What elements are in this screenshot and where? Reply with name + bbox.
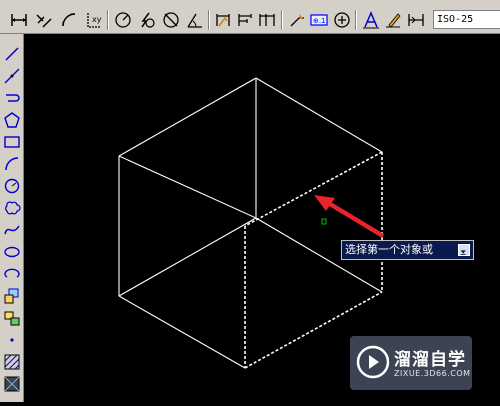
dimension-update-icon[interactable] xyxy=(405,9,427,31)
construction-line-icon[interactable] xyxy=(2,66,22,86)
watermark-url: ZIXUE.3D66.COM xyxy=(394,369,471,378)
revision-cloud-icon[interactable] xyxy=(2,198,22,218)
polygon-icon[interactable] xyxy=(2,110,22,130)
dimension-toolbar: xy ⊕.1 ISO-25 xyxy=(0,6,500,34)
gradient-icon[interactable] xyxy=(2,374,22,394)
diameter-icon[interactable] xyxy=(160,9,182,31)
point-icon[interactable] xyxy=(2,330,22,350)
cube-edge[interactable] xyxy=(118,217,257,297)
ellipse-arc-icon[interactable] xyxy=(2,264,22,284)
dimension-text-edit-icon[interactable] xyxy=(382,9,404,31)
spline-icon[interactable] xyxy=(2,220,22,240)
circle-icon[interactable] xyxy=(2,176,22,196)
arc-icon[interactable] xyxy=(2,154,22,174)
quick-leader-icon[interactable] xyxy=(286,9,308,31)
selected-edge[interactable] xyxy=(244,151,383,227)
insert-block-icon[interactable] xyxy=(2,286,22,306)
toolbar-separator xyxy=(355,10,357,30)
continue-icon[interactable] xyxy=(256,9,278,31)
toolbar-separator xyxy=(107,10,109,30)
play-logo-icon xyxy=(356,345,390,379)
jogged-icon[interactable] xyxy=(136,9,158,31)
command-prompt-tooltip: 选择第一个对象或 xyxy=(341,240,474,260)
rectangle-icon[interactable] xyxy=(2,132,22,152)
ellipse-icon[interactable] xyxy=(2,242,22,262)
cursor-pickbox xyxy=(321,218,327,225)
toolbar-separator xyxy=(208,10,210,30)
cube-edge[interactable] xyxy=(118,77,257,157)
dimension-style-select[interactable]: ISO-25 xyxy=(433,10,500,29)
draw-toolbar xyxy=(0,34,24,402)
make-block-icon[interactable] xyxy=(2,308,22,328)
toolbar-separator xyxy=(281,10,283,30)
angular-icon[interactable] xyxy=(184,9,206,31)
radius-icon[interactable] xyxy=(112,9,134,31)
watermark-title: 溜溜自学 xyxy=(394,350,466,370)
aligned-dimension-icon[interactable] xyxy=(33,9,55,31)
baseline-icon[interactable] xyxy=(234,9,256,31)
tolerance-icon[interactable]: ⊕.1 xyxy=(308,9,330,31)
line-icon[interactable] xyxy=(2,44,22,64)
cube-edge[interactable] xyxy=(255,77,383,153)
polyline-icon[interactable] xyxy=(2,88,22,108)
svg-text:xy: xy xyxy=(92,15,102,24)
arc-length-icon[interactable] xyxy=(58,9,80,31)
center-mark-icon[interactable] xyxy=(331,9,353,31)
cube-edge[interactable] xyxy=(118,155,257,219)
quick-dimension-icon[interactable] xyxy=(212,9,234,31)
svg-text:⊕.1: ⊕.1 xyxy=(313,17,326,25)
cube-edge[interactable] xyxy=(118,295,246,369)
dimension-edit-icon[interactable] xyxy=(360,9,382,31)
red-arrow-icon xyxy=(314,195,385,238)
watermark: 溜溜自学 ZIXUE.3D66.COM xyxy=(350,336,472,390)
hatch-icon[interactable] xyxy=(2,352,22,372)
down-arrow-icon[interactable] xyxy=(458,244,470,256)
linear-dimension-icon[interactable] xyxy=(8,9,30,31)
ordinate-icon[interactable]: xy xyxy=(82,9,104,31)
prompt-text: 选择第一个对象或 xyxy=(345,243,433,256)
